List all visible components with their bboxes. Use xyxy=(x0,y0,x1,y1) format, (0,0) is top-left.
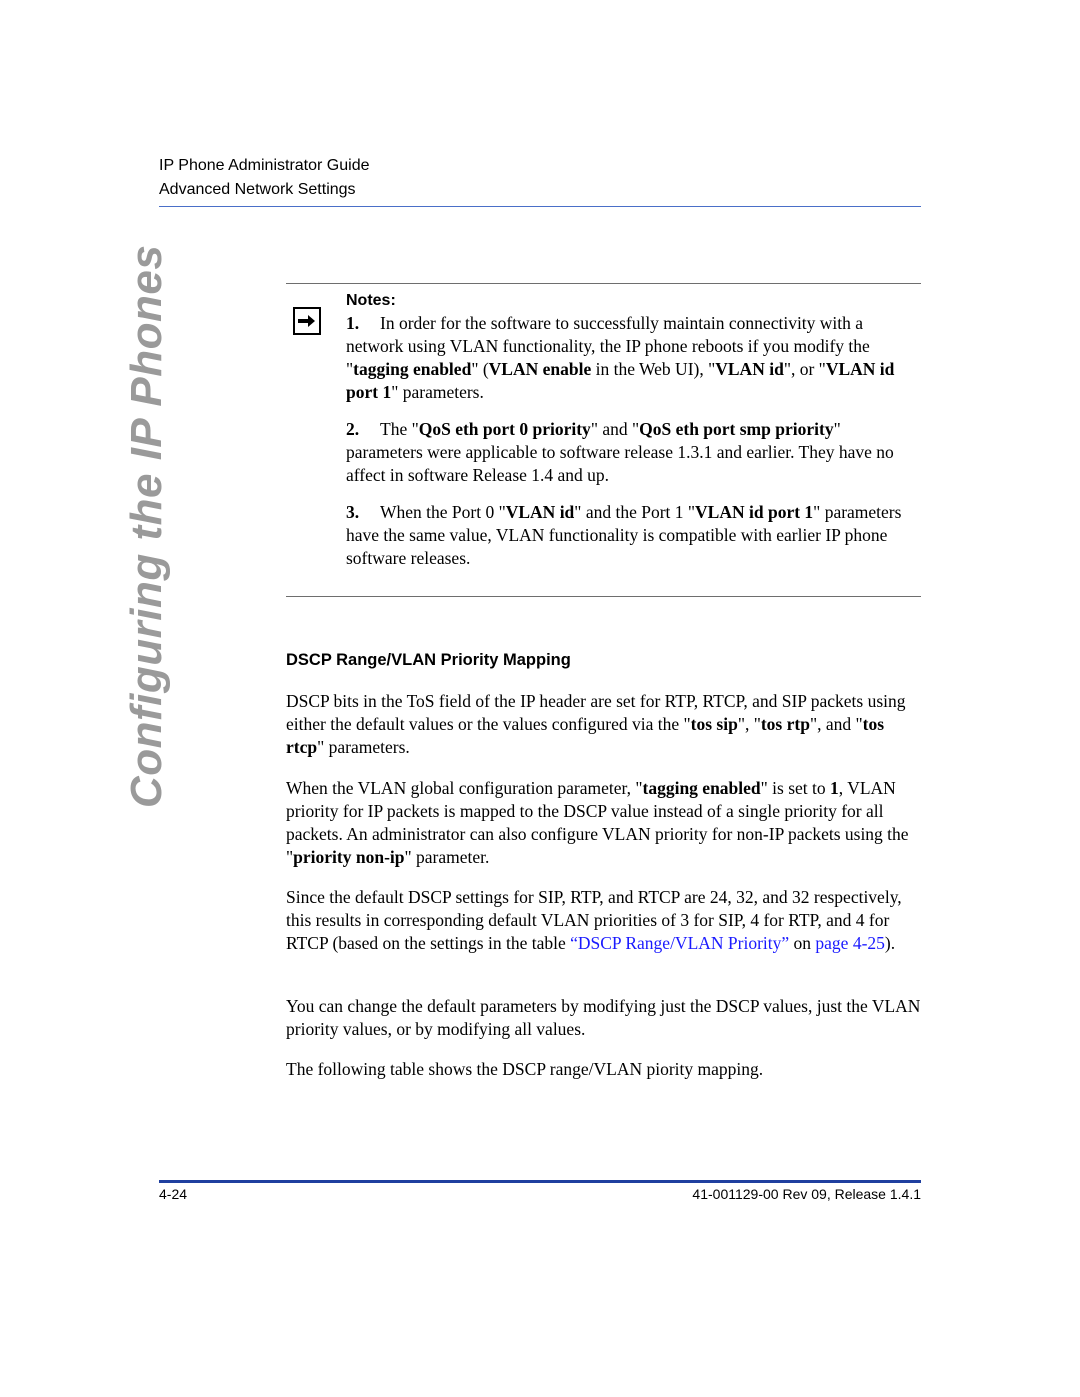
note-item: 3. When the Port 0 "VLAN id" and the Port… xyxy=(346,502,902,568)
arrow-right-icon xyxy=(293,307,321,335)
footer-divider xyxy=(159,1180,921,1183)
paragraph-default-dscp: Since the default DSCP settings for SIP,… xyxy=(286,887,902,953)
notes-block: Notes: 1. In order for the software to su… xyxy=(346,290,921,584)
running-header: IP Phone Administrator Guide Advanced Ne… xyxy=(159,154,370,202)
page-link[interactable]: page 4-25 xyxy=(815,933,885,953)
dscp-table-link[interactable]: “DSCP Range/VLAN Priority” xyxy=(570,933,789,953)
notes-top-divider xyxy=(286,283,921,284)
paragraph-table-intro: The following table shows the DSCP range… xyxy=(286,1059,764,1079)
notes-title: Notes: xyxy=(346,292,396,309)
document-id: 41-001129-00 Rev 09, Release 1.4.1 xyxy=(692,1186,921,1202)
page-footer: 4-24 41-001129-00 Rev 09, Release 1.4.1 xyxy=(159,1186,921,1202)
paragraph-change-defaults: You can change the default parameters by… xyxy=(286,996,921,1039)
paragraph-vlan-global: When the VLAN global configuration param… xyxy=(286,778,909,867)
note-item: 1. In order for the software to successfu… xyxy=(346,313,895,402)
notes-bottom-divider xyxy=(286,596,921,597)
section-title: Advanced Network Settings xyxy=(159,181,356,198)
note-item: 2. The "QoS eth port 0 priority" and "QoS… xyxy=(346,419,894,485)
header-divider xyxy=(159,206,921,207)
chapter-side-title: Configuring the IP Phones xyxy=(122,244,171,808)
paragraph-dscp-bits: DSCP bits in the ToS field of the IP hea… xyxy=(286,691,906,757)
guide-title: IP Phone Administrator Guide xyxy=(159,157,370,174)
section-heading: DSCP Range/VLAN Priority Mapping xyxy=(286,651,571,669)
page-number: 4-24 xyxy=(159,1186,188,1202)
